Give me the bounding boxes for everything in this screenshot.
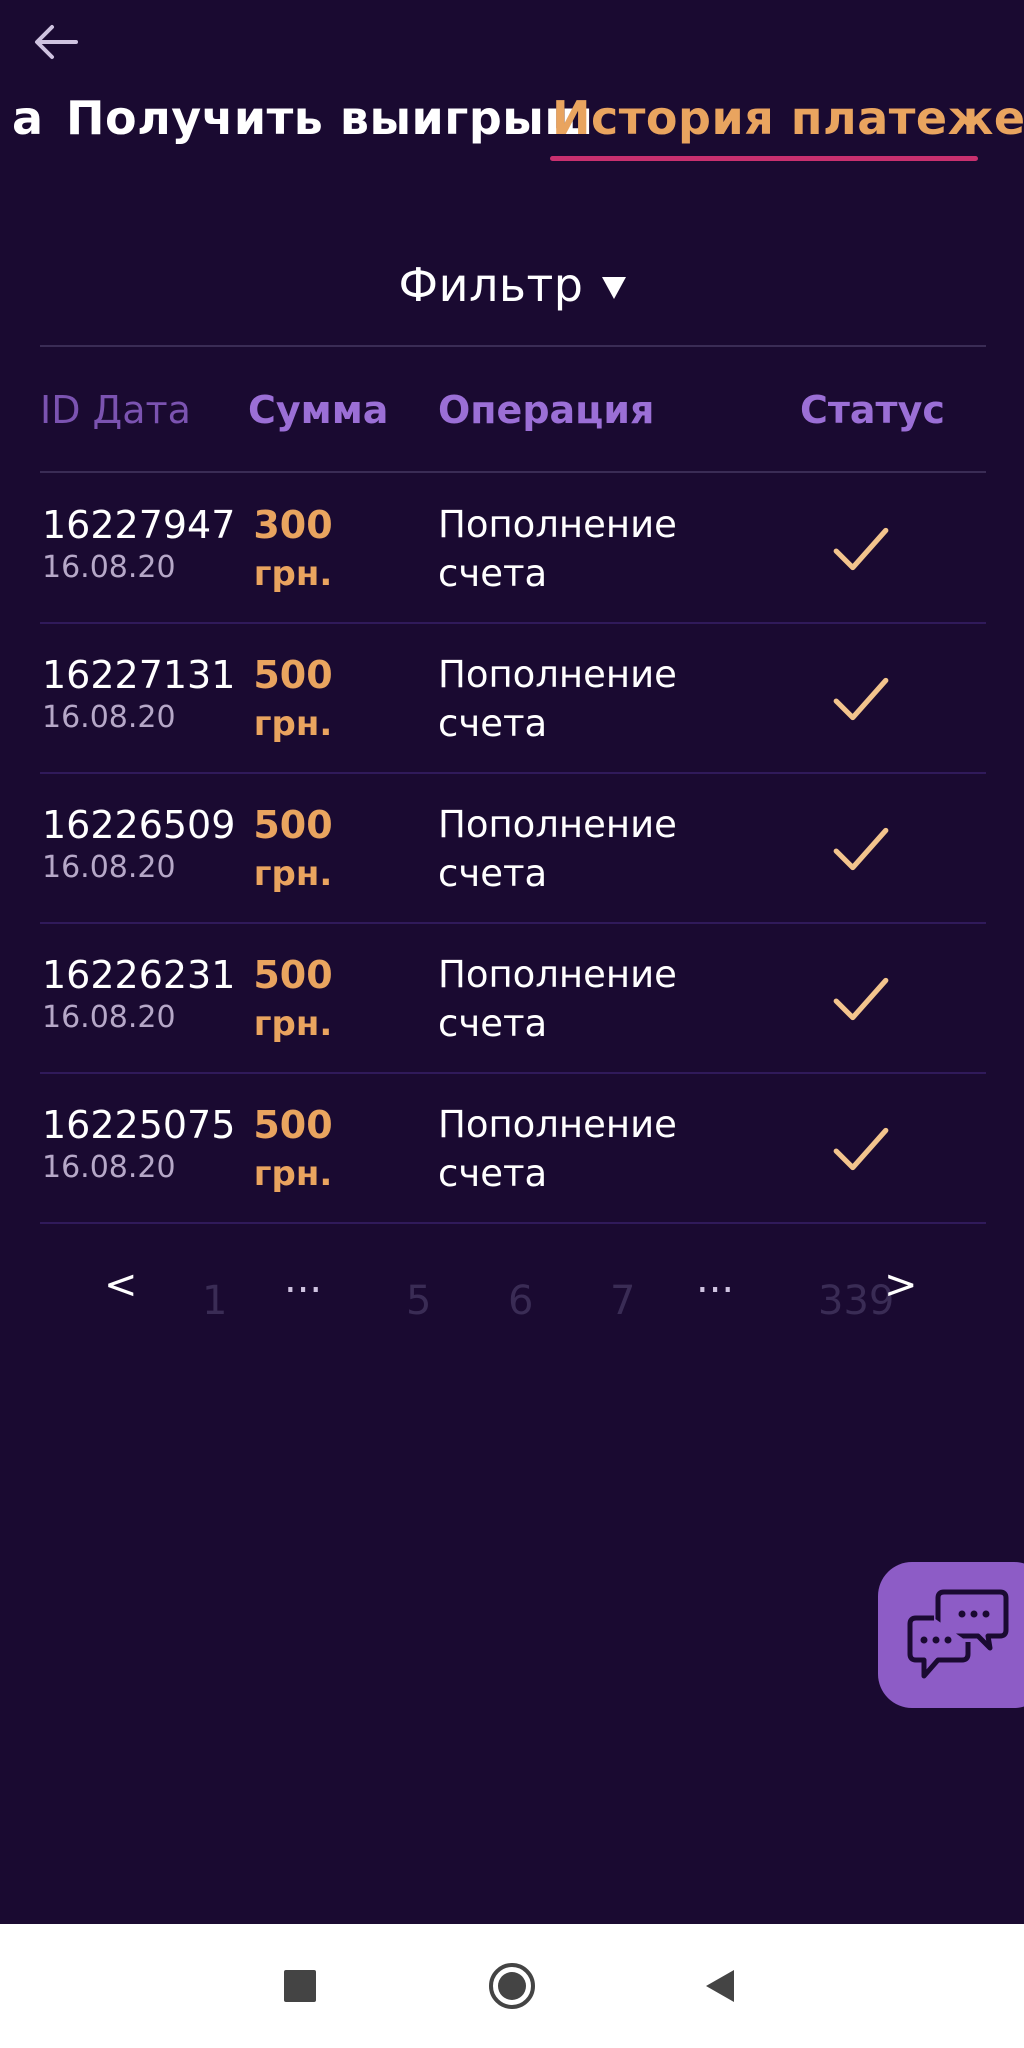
triangle-back-icon xyxy=(706,1970,734,2002)
cell-operation: Пополнение счета xyxy=(438,650,677,748)
checkmark-icon xyxy=(833,827,889,871)
pagination-page-6[interactable]: 6 xyxy=(508,1278,533,1324)
cell-id-date: 16225075 16.08.20 xyxy=(42,1100,235,1186)
system-back-button[interactable] xyxy=(686,1952,754,2020)
cell-amount: 500 грн. xyxy=(238,950,348,1048)
payment-id: 16225075 xyxy=(42,1103,236,1147)
pagination-ellipsis-left: ... xyxy=(284,1256,323,1302)
pagination-page-5[interactable]: 5 xyxy=(406,1278,431,1324)
amount-currency: грн. xyxy=(253,554,333,594)
payment-date: 16.08.20 xyxy=(42,550,176,585)
amount-value: 500 xyxy=(253,953,333,997)
header-divider xyxy=(40,471,986,473)
operation-line1: Пополнение xyxy=(438,653,677,696)
row-divider xyxy=(40,1222,986,1224)
table-row: 16227131 16.08.20 500 грн. Пополнение сч… xyxy=(0,624,1024,774)
cell-id-date: 16226231 16.08.20 xyxy=(42,950,235,1036)
payment-date: 16.08.20 xyxy=(42,1000,176,1035)
table-row: 16226509 16.08.20 500 грн. Пополнение сч… xyxy=(0,774,1024,924)
amount-value: 500 xyxy=(253,803,333,847)
square-icon xyxy=(284,1970,316,2002)
pagination-prev-button[interactable]: < xyxy=(104,1262,138,1308)
operation-line1: Пополнение xyxy=(438,953,677,996)
checkmark-icon xyxy=(833,527,889,571)
pagination-ellipsis-right: ... xyxy=(696,1256,735,1302)
payment-date: 16.08.20 xyxy=(42,700,176,735)
cell-id-date: 16227947 16.08.20 xyxy=(42,500,235,586)
tab-payment-history[interactable]: История платежей xyxy=(552,82,1024,154)
cell-amount: 500 грн. xyxy=(238,1100,348,1198)
operation-line2: счета xyxy=(438,852,548,895)
amount-value: 500 xyxy=(253,653,333,697)
tab-partial[interactable]: а xyxy=(12,82,44,154)
tab-bar: а Получить выигрыш История платежей xyxy=(0,82,1024,172)
payment-date: 16.08.20 xyxy=(42,850,176,885)
table-row: 16227947 16.08.20 300 грн. Пополнение сч… xyxy=(0,474,1024,624)
operation-line2: счета xyxy=(438,1002,548,1045)
header-status: Статус xyxy=(800,388,945,432)
header-id-date: ID Дата xyxy=(40,388,191,432)
checkmark-icon xyxy=(833,1127,889,1171)
pagination-page-last[interactable]: 339 xyxy=(818,1278,894,1324)
payment-id: 16226509 xyxy=(42,803,236,847)
payment-id: 16227947 xyxy=(42,503,236,547)
cell-operation: Пополнение счета xyxy=(438,950,677,1048)
triangle-down-icon xyxy=(601,277,626,299)
filter-label: Фильтр xyxy=(398,258,584,312)
checkmark-icon xyxy=(833,977,889,1021)
arrow-left-icon xyxy=(35,25,78,59)
pagination: < 1 ... 5 6 7 ... 339 > xyxy=(0,1256,1024,1342)
operation-line2: счета xyxy=(438,552,548,595)
system-nav-bar xyxy=(0,1924,1024,2048)
active-tab-underline xyxy=(550,156,978,161)
operation-line2: счета xyxy=(438,1152,548,1195)
payment-date: 16.08.20 xyxy=(42,1150,176,1185)
table-row: 16226231 16.08.20 500 грн. Пополнение сч… xyxy=(0,924,1024,1074)
table-header: ID Дата Сумма Операция Статус xyxy=(0,380,1024,450)
cell-amount: 500 грн. xyxy=(238,800,348,898)
cell-id-date: 16226509 16.08.20 xyxy=(42,800,235,886)
amount-value: 300 xyxy=(253,503,333,547)
operation-line1: Пополнение xyxy=(438,503,677,546)
checkmark-icon xyxy=(833,677,889,721)
cell-id-date: 16227131 16.08.20 xyxy=(42,650,235,736)
cell-amount: 500 грн. xyxy=(238,650,348,748)
circle-icon xyxy=(489,1963,535,2009)
payment-id: 16226231 xyxy=(42,953,236,997)
cell-operation: Пополнение счета xyxy=(438,800,677,898)
cell-operation: Пополнение счета xyxy=(438,500,677,598)
chat-bubbles-icon xyxy=(907,1589,1009,1679)
filter-divider xyxy=(40,345,986,347)
amount-currency: грн. xyxy=(253,854,333,894)
cell-operation: Пополнение счета xyxy=(438,1100,677,1198)
header-operation: Операция xyxy=(438,388,655,432)
amount-currency: грн. xyxy=(253,704,333,744)
operation-line2: счета xyxy=(438,702,548,745)
amount-value: 500 xyxy=(253,1103,333,1147)
table-row: 16225075 16.08.20 500 грн. Пополнение сч… xyxy=(0,1074,1024,1224)
payment-id: 16227131 xyxy=(42,653,236,697)
filter-dropdown[interactable]: Фильтр xyxy=(0,258,1024,312)
operation-line1: Пополнение xyxy=(438,1103,677,1146)
pagination-next-button[interactable]: > xyxy=(884,1262,918,1308)
amount-currency: грн. xyxy=(253,1004,333,1044)
pagination-page-first[interactable]: 1 xyxy=(202,1278,227,1324)
home-button[interactable] xyxy=(478,1952,546,2020)
cell-amount: 300 грн. xyxy=(238,500,348,598)
back-button[interactable] xyxy=(22,16,90,68)
header-amount: Сумма xyxy=(248,388,389,432)
payments-table: 16227947 16.08.20 300 грн. Пополнение сч… xyxy=(0,474,1024,1224)
pagination-page-7[interactable]: 7 xyxy=(610,1278,635,1324)
amount-currency: грн. xyxy=(253,1154,333,1194)
recents-button[interactable] xyxy=(266,1952,334,2020)
app-screen: а Получить выигрыш История платежей Филь… xyxy=(0,0,1024,2048)
tab-withdraw[interactable]: Получить выигрыш xyxy=(66,82,594,154)
chat-button[interactable] xyxy=(878,1562,1024,1708)
operation-line1: Пополнение xyxy=(438,803,677,846)
